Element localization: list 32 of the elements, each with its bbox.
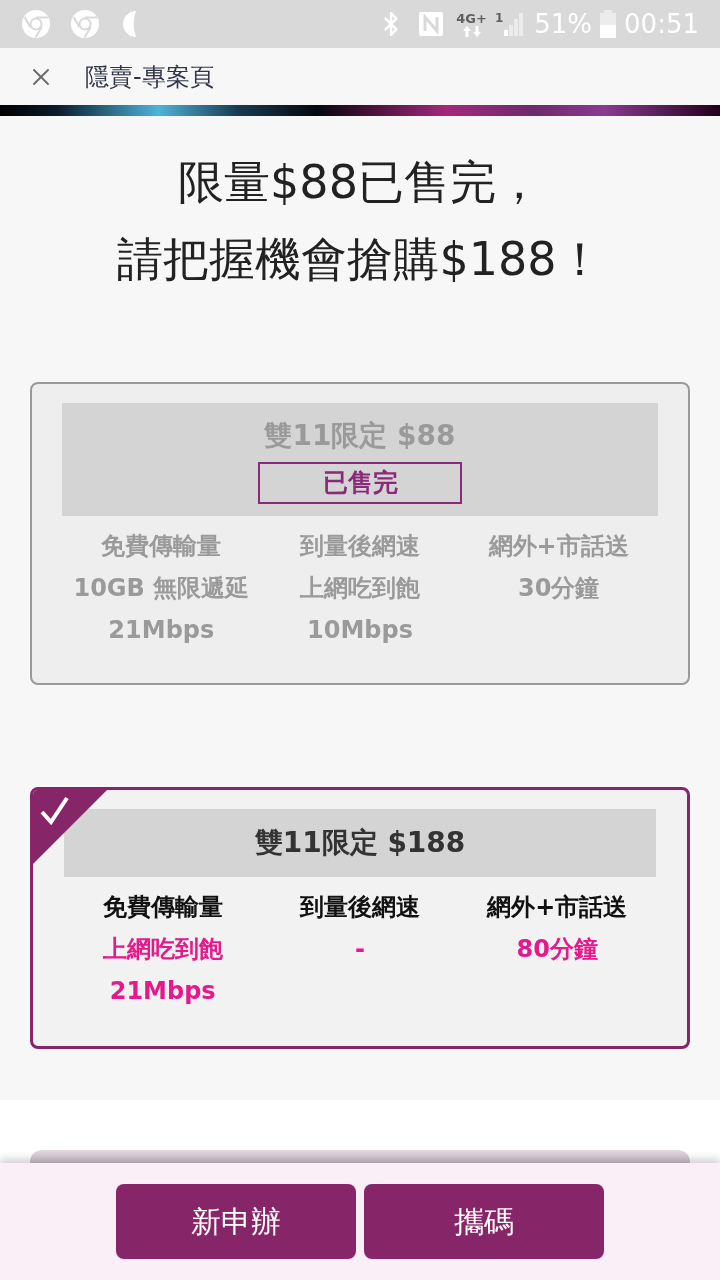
plan-title: 雙11限定 $188 xyxy=(254,825,466,861)
feature-label: 到量後網速 xyxy=(300,531,420,562)
data-arrows-icon xyxy=(461,25,482,37)
app-logo-icon xyxy=(21,9,51,39)
feature-value: 21Mbps xyxy=(109,976,216,1007)
nfc-icon xyxy=(418,11,445,37)
battery-icon xyxy=(600,10,617,38)
feature-label: 網外+市話送 xyxy=(488,531,629,562)
feature-value: 上網吃到飽 xyxy=(300,573,420,604)
feature-value: 10GB 無限遞延 xyxy=(73,573,250,604)
feature-label: 免費傳輸量 xyxy=(102,892,223,923)
feature-value: 30分鐘 xyxy=(517,573,600,604)
sim-number: 1 xyxy=(494,12,504,24)
network-type: 4G+ xyxy=(456,11,487,26)
app-logo-icon xyxy=(70,9,100,39)
plan-card[interactable]: 雙11限定 $188 免費傳輸量 上網吃到飽 21Mbps 到量後網速 - 網外+市話送 80分鐘 xyxy=(30,787,690,1049)
feature-value: 上網吃到飽 xyxy=(102,934,223,965)
action-button[interactable]: 新申辦 xyxy=(116,1184,356,1259)
feature-value: 21Mbps xyxy=(108,615,215,646)
page-title: 隱賣-專案頁 xyxy=(85,61,214,93)
feature-label: 免費傳輸量 xyxy=(101,531,222,562)
action-button[interactable]: 攜碼 xyxy=(364,1184,604,1259)
selected-check-icon xyxy=(33,790,107,864)
feature-label: 網外+市話送 xyxy=(487,892,628,923)
feature-value: 10Mbps xyxy=(307,615,413,646)
sold-out-label: 已售完 xyxy=(258,462,462,504)
headline: 限量$88已售完， 請把握機會搶購$188！ xyxy=(116,154,604,288)
signal-icon xyxy=(504,12,525,36)
feature-value: 80分鐘 xyxy=(516,934,598,965)
feature-label: 到量後網速 xyxy=(300,892,420,923)
plan-title: 雙11限定 $88 xyxy=(264,418,456,454)
feature-value: - xyxy=(355,934,365,965)
